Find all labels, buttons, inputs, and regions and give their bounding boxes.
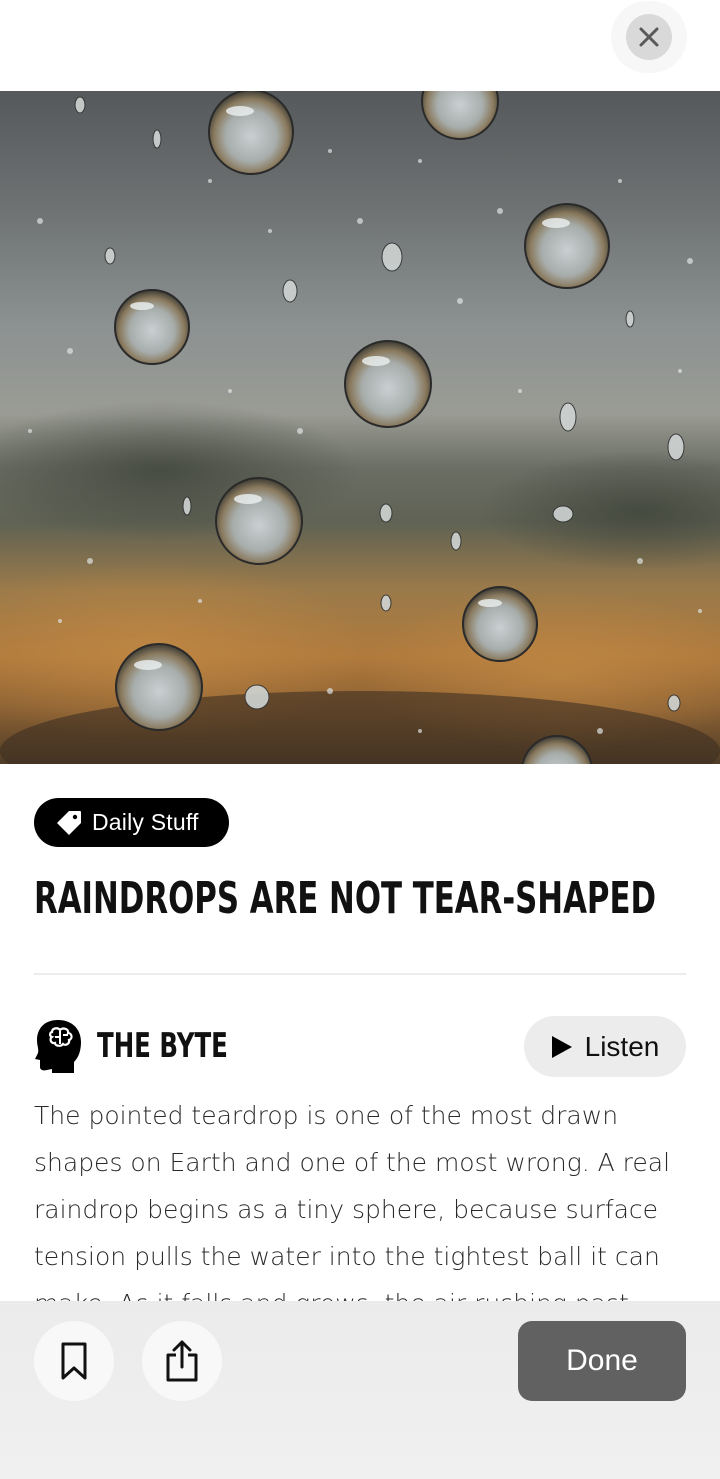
hero-image	[0, 91, 720, 764]
section-heading: THE BYTE	[97, 1026, 228, 1066]
tag-icon	[57, 810, 81, 835]
bookmark-icon	[61, 1342, 87, 1380]
close-button[interactable]	[626, 14, 672, 60]
done-button[interactable]: Done	[518, 1321, 686, 1401]
article-title: RAINDROPS ARE NOT TEAR-SHAPED	[34, 873, 657, 924]
play-icon	[551, 1035, 572, 1058]
category-tag-label: Daily Stuff	[92, 809, 199, 835]
article-body: The pointed teardrop is one of the most …	[34, 1101, 671, 1304]
bookmark-button[interactable]	[34, 1321, 114, 1401]
divider	[34, 973, 686, 975]
category-tag[interactable]: Daily Stuff	[34, 798, 229, 847]
share-button[interactable]	[142, 1321, 222, 1401]
share-icon	[166, 1340, 198, 1382]
brain-head-icon	[35, 1020, 81, 1073]
listen-button[interactable]: Listen	[524, 1016, 686, 1077]
close-icon	[639, 27, 659, 47]
listen-button-label: Listen	[584, 1030, 660, 1062]
